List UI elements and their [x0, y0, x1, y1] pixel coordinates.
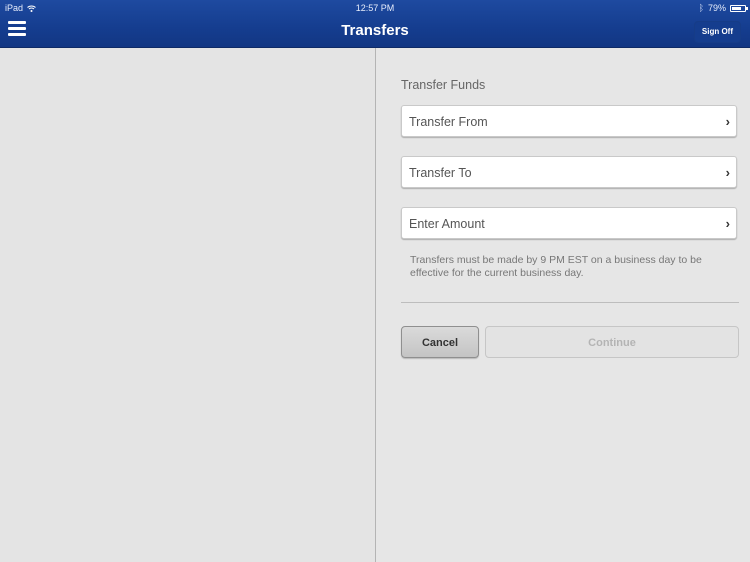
bluetooth-icon: ᛒ — [698, 3, 704, 13]
cancel-button[interactable]: Cancel — [401, 326, 479, 358]
section-title: Transfer Funds — [401, 78, 486, 92]
battery-icon — [730, 4, 748, 12]
sign-off-button[interactable]: Sign Off — [693, 21, 741, 43]
chevron-right-icon: › — [725, 165, 730, 180]
chevron-right-icon: › — [725, 216, 730, 231]
divider-line — [401, 302, 739, 303]
status-bar: iPad 12:57 PM ᛒ 79% — [0, 0, 750, 15]
transfer-cutoff-note: Transfers must be made by 9 PM EST on a … — [410, 254, 702, 279]
field-label: Transfer To — [409, 166, 472, 180]
chevron-right-icon: › — [725, 114, 730, 129]
continue-button[interactable]: Continue — [485, 326, 739, 358]
field-label: Enter Amount — [409, 217, 485, 231]
page-title: Transfers — [341, 22, 409, 39]
master-pane — [0, 48, 375, 562]
status-time: 12:57 PM — [355, 3, 395, 13]
battery-percent: 79% — [707, 3, 726, 13]
transfer-to-field[interactable]: Transfer To › — [401, 156, 737, 188]
navigation-bar: iPad 12:57 PM ᛒ 79% Transfers Sign Off — [0, 0, 750, 48]
detail-pane: Transfer Funds Transfer From › Transfer … — [376, 48, 750, 562]
field-label: Transfer From — [409, 115, 488, 129]
enter-amount-field[interactable]: Enter Amount › — [401, 207, 737, 239]
transfer-from-field[interactable]: Transfer From › — [401, 105, 737, 137]
